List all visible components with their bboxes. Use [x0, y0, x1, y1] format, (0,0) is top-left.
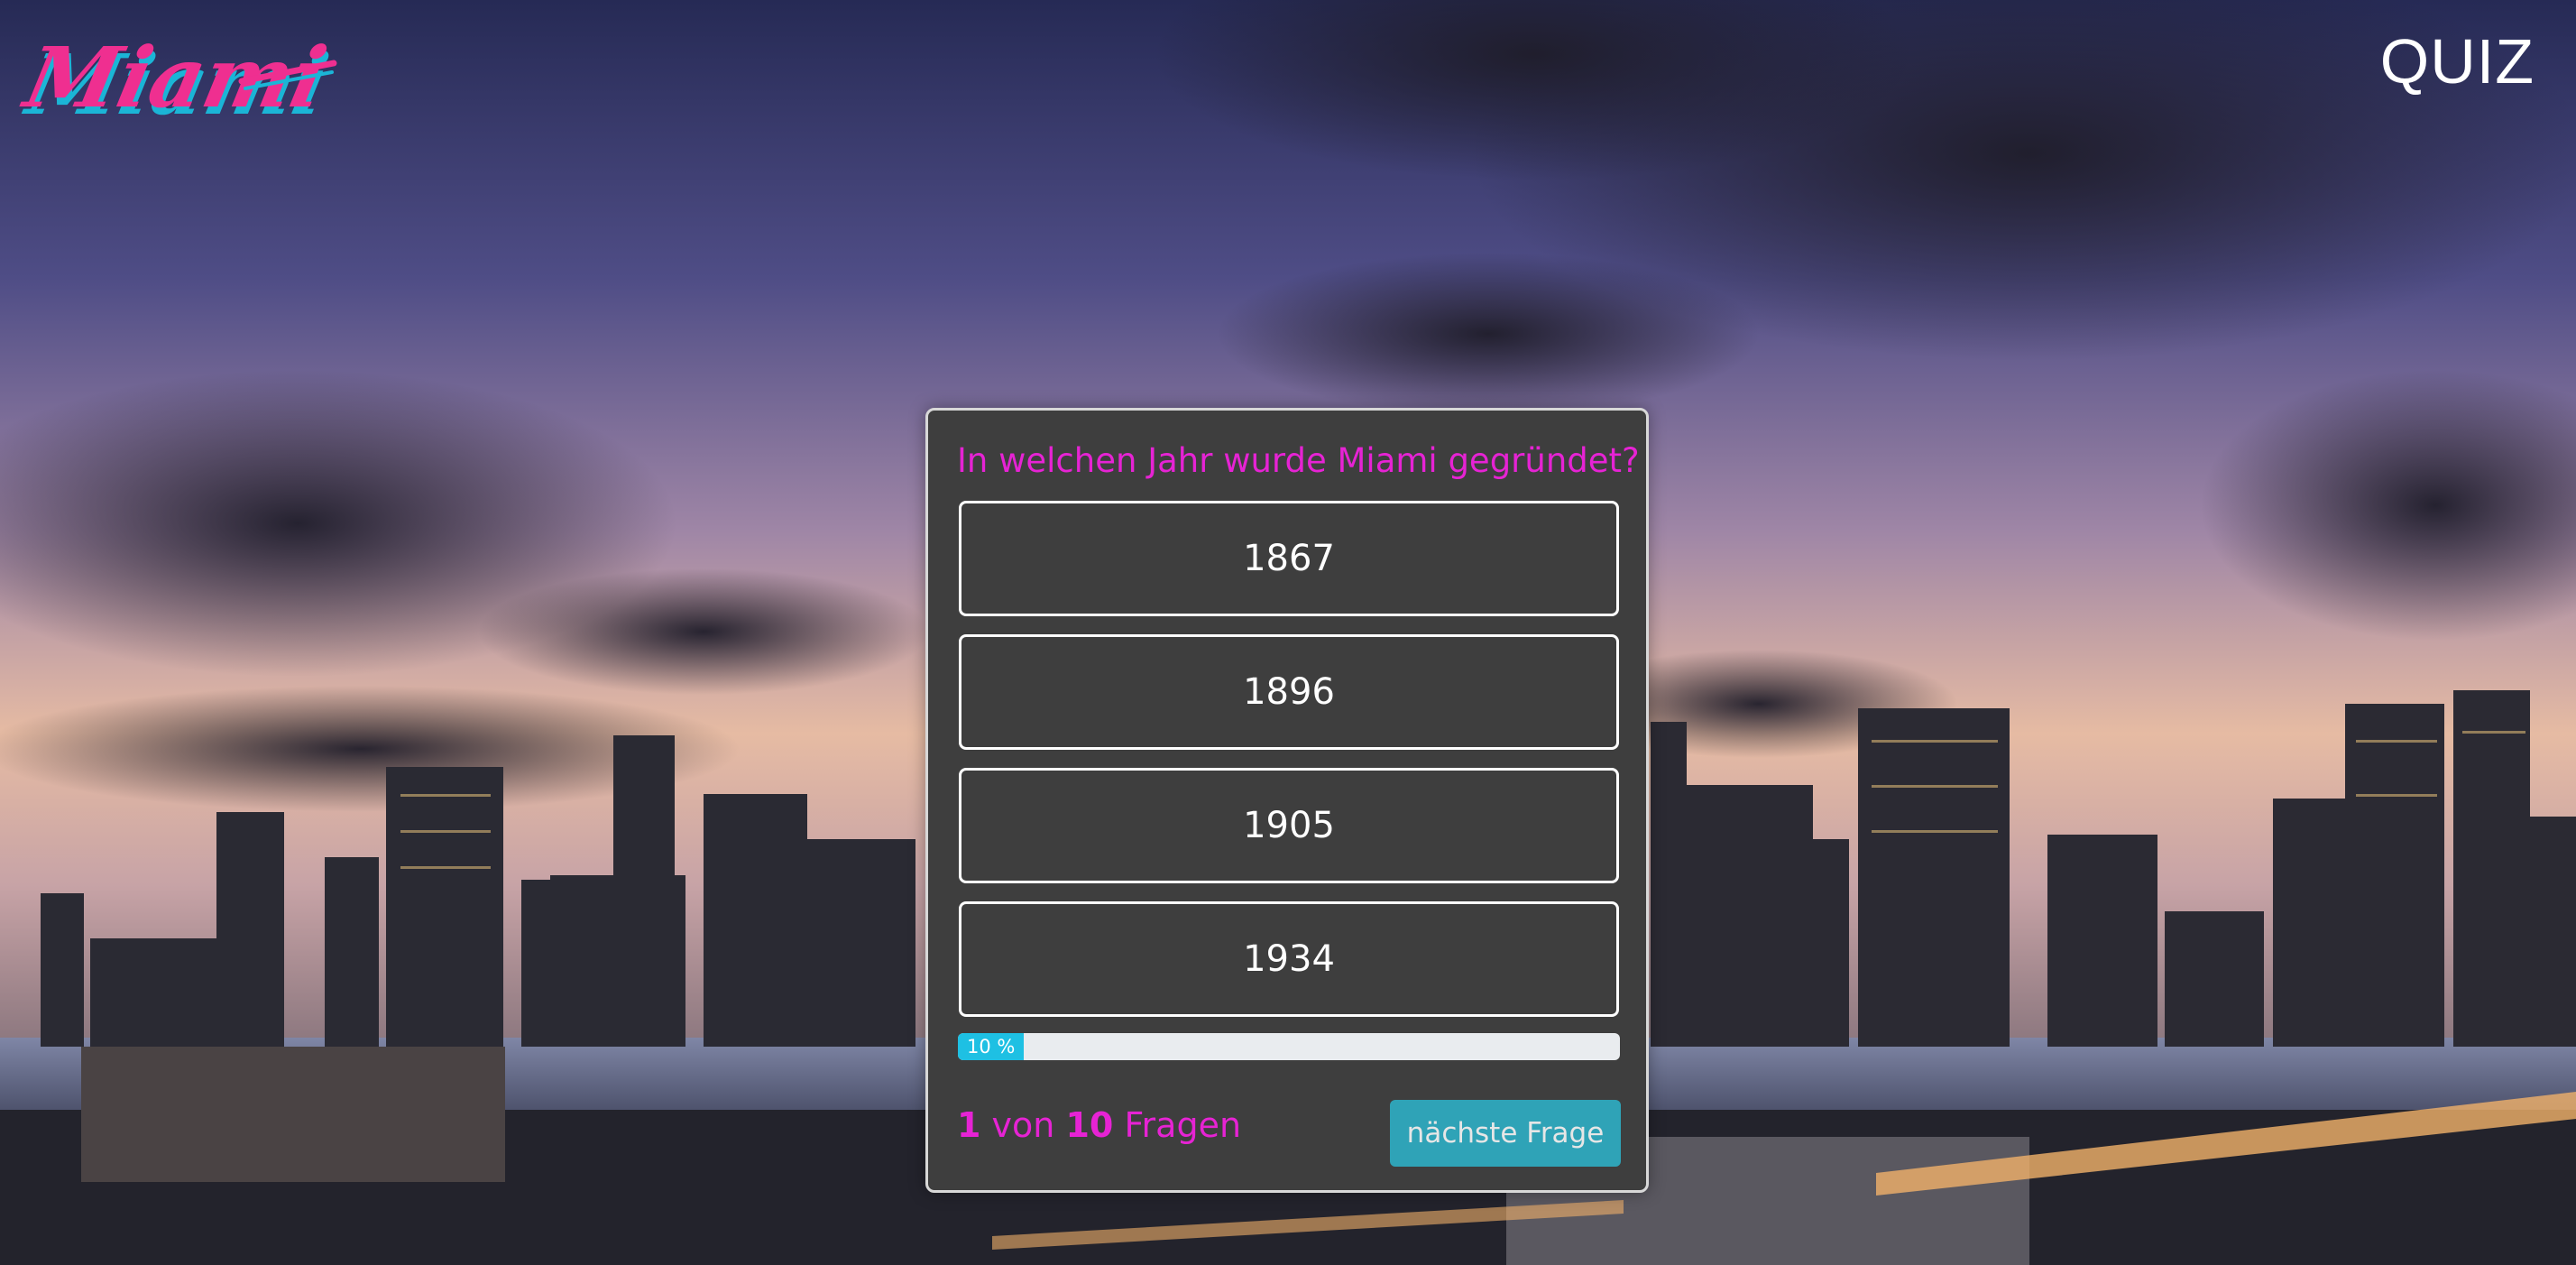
logo-text: Miami: [16, 29, 335, 126]
question-text: In welchen Jahr wurde Miami gegründet?: [957, 441, 1640, 480]
current-question-number: 1: [957, 1105, 981, 1145]
quiz-card: In welchen Jahr wurde Miami gegründet? 1…: [925, 408, 1649, 1193]
progress-bar-fill: 10 %: [958, 1033, 1025, 1060]
answer-option-1[interactable]: 1867: [959, 501, 1619, 616]
answer-option-3[interactable]: 1905: [959, 768, 1619, 883]
next-question-button[interactable]: nächste Frage: [1390, 1100, 1621, 1167]
page-title: QUIZ: [2379, 26, 2535, 97]
counter-fragen: Fragen: [1124, 1105, 1242, 1145]
total-questions-number: 10: [1065, 1105, 1114, 1145]
progress-label: 10 %: [967, 1036, 1016, 1057]
progress-bar: 10 %: [958, 1033, 1620, 1060]
question-counter: 1 von 10 Fragen: [957, 1105, 1241, 1145]
answer-option-2[interactable]: 1896: [959, 634, 1619, 750]
miami-logo[interactable]: Miami Miami: [16, 13, 341, 139]
counter-von: von: [991, 1105, 1055, 1145]
answer-option-4[interactable]: 1934: [959, 901, 1619, 1017]
